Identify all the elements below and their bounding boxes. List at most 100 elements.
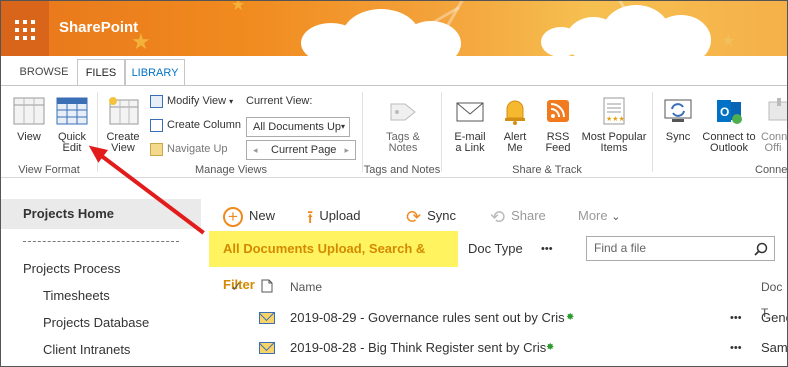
banner-star: ★ (231, 1, 246, 14)
tags-notes-button[interactable]: Tags & Notes (379, 96, 427, 154)
connect-outlook-label: Connect to Outlook (702, 131, 756, 154)
email-link-button[interactable]: E-mail a Link (448, 96, 492, 154)
plus-circle-icon: + (223, 206, 243, 227)
most-popular-label: Most Popular Items (581, 131, 647, 154)
most-popular-button[interactable]: ★★★ Most Popular Items (581, 96, 647, 154)
modify-view-label: Modify View (167, 95, 227, 107)
view-icon (13, 97, 45, 125)
modify-view-button[interactable]: Modify View ▾ (150, 93, 233, 109)
folder-up-icon (150, 142, 163, 156)
create-view-icon (109, 97, 139, 125)
sync-icon (664, 99, 692, 122)
group-manage-views: Manage Views (195, 164, 267, 176)
sync-button[interactable]: ⟳ Sync (406, 205, 456, 227)
nav-projects-home[interactable]: Projects Home (1, 199, 201, 229)
ribbon-separator (362, 92, 363, 172)
create-view-button[interactable]: Create View (103, 96, 143, 154)
view-all-documents-highlighted[interactable]: All Documents Upload, Search & Filter (209, 231, 458, 292)
alert-me-button[interactable]: Alert Me (497, 96, 533, 154)
quick-edit-button[interactable]: Quick Edit (53, 96, 91, 154)
nav-timesheets[interactable]: Timesheets (43, 288, 110, 303)
share-button[interactable]: ⟲ Share (490, 205, 546, 227)
tab-library[interactable]: LIBRARY (125, 59, 185, 86)
view-doc-type[interactable]: Doc Type (468, 238, 523, 260)
row-more-button[interactable]: ••• (730, 305, 742, 331)
share-icon: ⟲ (490, 206, 506, 227)
upload-label: Upload (319, 208, 361, 223)
rss-feed-label: RSS Feed (545, 131, 571, 154)
sync-label: Sync (427, 208, 456, 223)
views-overflow-button[interactable]: ••• (541, 238, 553, 260)
chevron-down-icon: ▾ (340, 122, 345, 131)
next-page-icon[interactable]: ▸ (344, 141, 349, 159)
select-all-check-icon[interactable]: ✓ (231, 274, 242, 300)
nav-projects-process[interactable]: Projects Process (23, 261, 121, 276)
brand-title[interactable]: SharePoint (59, 19, 138, 36)
new-label: New (249, 208, 276, 223)
row-name[interactable]: 2019-08-29 - Governance rules sent out b… (290, 305, 565, 331)
row-doc-type: Gene (761, 310, 787, 325)
popular-icon: ★★★ (603, 97, 625, 125)
search-icon (754, 242, 768, 256)
banner-star: ★ (721, 33, 736, 50)
view-button[interactable]: View (9, 96, 49, 143)
group-tags-notes: Tags and Notes (363, 164, 441, 176)
connect-office-label: Conn Offi (761, 131, 788, 154)
tab-files[interactable]: FILES (77, 59, 125, 86)
sync-icon: ⟳ (406, 206, 422, 227)
bell-icon (505, 100, 525, 125)
navigate-up-label: Navigate Up (167, 143, 228, 155)
name-column-header[interactable]: Name (290, 274, 322, 300)
upload-arrow-icon: ⭱ (307, 206, 314, 227)
banner-cloud (651, 15, 711, 56)
upload-button[interactable]: ⭱ Upload (307, 205, 361, 227)
quick-edit-label: Quick Edit (57, 131, 87, 154)
create-column-button[interactable]: Create Column (150, 117, 241, 133)
chevron-down-icon: ⌄ (611, 211, 621, 223)
svg-text:★★★: ★★★ (606, 115, 625, 123)
connect-office-button[interactable]: Conn Offi (761, 96, 788, 154)
table-row[interactable]: 2019-08-28 - Big Think Register sent by … (231, 335, 788, 361)
more-button[interactable]: More ⌄ (578, 205, 620, 227)
nav-divider (23, 241, 179, 242)
nav-client-intranets[interactable]: Client Intranets (43, 342, 130, 357)
group-connect: Conne (755, 164, 788, 176)
current-page-pager[interactable]: ◂ Current Page ▸ (246, 140, 356, 160)
envelope-icon (456, 102, 484, 122)
tag-icon (390, 103, 416, 121)
tags-notes-label: Tags & Notes (386, 131, 420, 154)
rss-feed-button[interactable]: RSS Feed (539, 96, 577, 154)
current-view-select[interactable]: All Documents Up ▾ (246, 117, 350, 137)
find-file-input[interactable]: Find a file (586, 236, 775, 261)
office-icon (768, 98, 787, 121)
row-doc-type: Sam (761, 340, 788, 355)
prev-page-icon[interactable]: ◂ (253, 141, 258, 159)
view-label: View (17, 131, 41, 143)
alert-me-label: Alert Me (503, 131, 527, 154)
connect-outlook-button[interactable]: O Connect to Outlook (701, 96, 757, 154)
email-document-icon (259, 312, 275, 324)
tab-browse[interactable]: BROWSE (11, 59, 77, 86)
create-column-label: Create Column (167, 119, 241, 131)
current-view-label: Current View: (246, 95, 313, 107)
new-button[interactable]: + New (223, 205, 275, 227)
ribbon-separator (652, 92, 653, 172)
find-file-placeholder: Find a file (594, 241, 647, 255)
new-item-icon: ✸ (566, 312, 575, 323)
banner-cloud (401, 21, 461, 56)
new-item-icon: ✸ (546, 342, 555, 353)
sync-ribbon-label: Sync (665, 131, 691, 143)
nav-projects-database[interactable]: Projects Database (43, 315, 149, 330)
table-row[interactable]: 2019-08-29 - Governance rules sent out b… (231, 305, 787, 331)
ribbon-tabs: BROWSE FILES LIBRARY (1, 59, 787, 86)
file-type-icon[interactable] (261, 279, 273, 293)
app-launcher-button[interactable] (1, 1, 49, 56)
share-label: Share (511, 208, 546, 223)
sync-ribbon-button[interactable]: Sync (661, 96, 695, 143)
navigate-up-button[interactable]: Navigate Up (150, 141, 228, 157)
current-view-value: All Documents Up (253, 121, 342, 133)
row-name[interactable]: 2019-08-28 - Big Think Register sent by … (290, 335, 546, 361)
row-more-button[interactable]: ••• (730, 335, 742, 361)
modify-view-icon (150, 94, 163, 108)
email-link-label: E-mail a Link (454, 131, 486, 154)
